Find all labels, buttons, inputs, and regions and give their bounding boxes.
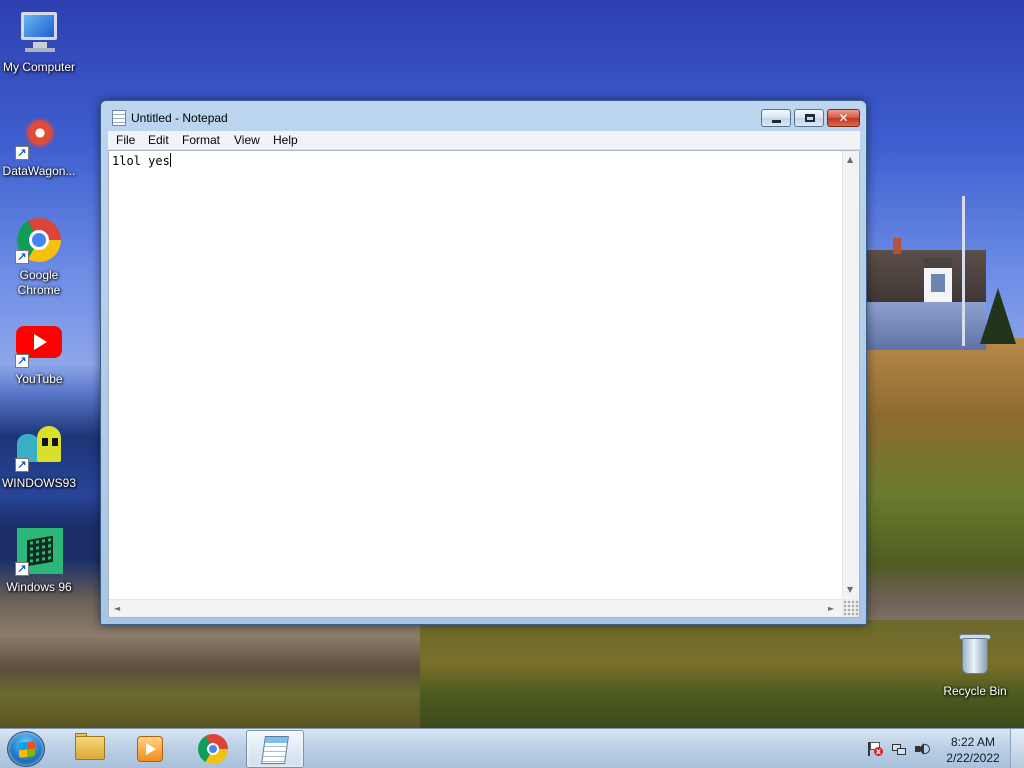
menu-format[interactable]: Format (182, 133, 220, 147)
clock-time: 8:22 AM (950, 735, 996, 749)
network-icon[interactable] (892, 742, 906, 756)
wallpaper-grass (420, 620, 1024, 728)
start-button[interactable] (7, 731, 45, 767)
close-button[interactable]: ✕ (827, 109, 860, 127)
menu-file[interactable]: File (116, 133, 135, 147)
volume-icon[interactable] (915, 742, 930, 756)
taskbar-media-player[interactable] (120, 730, 178, 768)
vertical-scrollbar[interactable]: ▲ ▼ (842, 151, 859, 599)
chrome-icon: ↗ (15, 216, 63, 264)
youtube-icon: ↗ (15, 320, 63, 368)
notepad-titlebar[interactable]: Untitled - Notepad ✕ (101, 101, 866, 131)
flag-badge: x (874, 747, 883, 756)
desktop-icon-label: Google Chrome (17, 268, 61, 297)
minimize-icon (772, 120, 781, 123)
notepad-window[interactable]: Untitled - Notepad ✕ File Edit Format Vi… (100, 100, 867, 625)
clock-date: 2/22/2022 (946, 751, 1000, 765)
desktop-icon-label: WINDOWS93 (1, 476, 76, 490)
desktop-icon-youtube[interactable]: ↗ YouTube (0, 320, 78, 387)
action-center-flag-icon[interactable]: x (868, 742, 883, 756)
wallpaper-chimney (893, 238, 901, 254)
notepad-icon (112, 110, 126, 126)
windows-explorer-icon (75, 736, 105, 760)
desktop-icon-label: Recycle Bin (943, 684, 1007, 698)
document-content: 1lol yes (112, 154, 170, 168)
wallpaper-house (866, 302, 986, 350)
maximize-button[interactable] (794, 109, 824, 127)
document-text[interactable]: 1lol yes (112, 153, 171, 168)
text-caret (169, 153, 171, 167)
windows93-icon: ↗ (15, 424, 63, 472)
window-title: Untitled - Notepad (131, 111, 228, 125)
show-desktop-button[interactable] (1010, 729, 1024, 768)
close-icon: ✕ (838, 111, 849, 125)
shortcut-arrow-icon: ↗ (15, 146, 29, 160)
taskbar: x 8:22 AM 2/22/2022 (0, 728, 1024, 768)
recycle-bin-icon (951, 632, 999, 680)
windows-logo-icon (19, 741, 35, 758)
scroll-right-icon[interactable]: ► (828, 605, 834, 613)
menu-edit[interactable]: Edit (148, 133, 169, 147)
wallpaper-dormer-window (931, 274, 945, 292)
scroll-left-icon[interactable]: ◄ (114, 605, 120, 613)
wallpaper-tree (980, 288, 1016, 344)
maximize-icon (805, 114, 815, 122)
desktop-background: My Computer ↗ DataWagon... ↗ Google Chro… (0, 0, 1024, 728)
desktop-icon-datawagon[interactable]: ↗ DataWagon... (0, 112, 78, 179)
scroll-up-icon[interactable]: ▲ (847, 156, 853, 164)
desktop-icon-recycle-bin[interactable]: Recycle Bin (936, 632, 1014, 699)
taskbar-windows-explorer[interactable] (60, 730, 118, 768)
minimize-button[interactable] (761, 109, 791, 127)
desktop-icon-windows93[interactable]: ↗ WINDOWS93 (0, 424, 78, 491)
desktop-icon-label: My Computer (2, 60, 76, 74)
desktop-icon-my-computer[interactable]: My Computer (0, 8, 78, 75)
notepad-icon (261, 736, 289, 764)
shortcut-arrow-icon: ↗ (15, 250, 29, 264)
shortcut-arrow-icon: ↗ (15, 458, 29, 472)
text-editor[interactable]: 1lol yes ▲ ▼ ◄ ► (108, 150, 860, 618)
menu-help[interactable]: Help (273, 133, 298, 147)
menu-view[interactable]: View (234, 133, 260, 147)
taskbar-chrome[interactable] (184, 730, 242, 768)
wallpaper-flagpole (962, 196, 965, 346)
desktop-icon-google-chrome[interactable]: ↗ Google Chrome (0, 216, 78, 298)
shortcut-arrow-icon: ↗ (15, 562, 29, 576)
system-clock[interactable]: 8:22 AM 2/22/2022 (938, 734, 1008, 766)
computer-icon (15, 8, 63, 56)
horizontal-scrollbar[interactable]: ◄ ► (109, 599, 842, 617)
scroll-down-icon[interactable]: ▼ (847, 586, 853, 594)
desktop-icon-label: YouTube (15, 372, 63, 386)
desktop-icon-label: DataWagon... (2, 164, 76, 178)
menu-bar: File Edit Format View Help (108, 131, 860, 150)
shortcut-arrow-icon: ↗ (15, 354, 29, 368)
datawagon-icon: ↗ (15, 112, 63, 160)
windows96-icon: ↗ (15, 528, 63, 576)
desktop-icon-label: Windows 96 (6, 580, 72, 594)
taskbar-notepad[interactable] (246, 730, 304, 768)
desktop-icon-windows96[interactable]: ↗ Windows 96 (0, 528, 78, 595)
resize-grip-icon[interactable] (842, 599, 859, 617)
